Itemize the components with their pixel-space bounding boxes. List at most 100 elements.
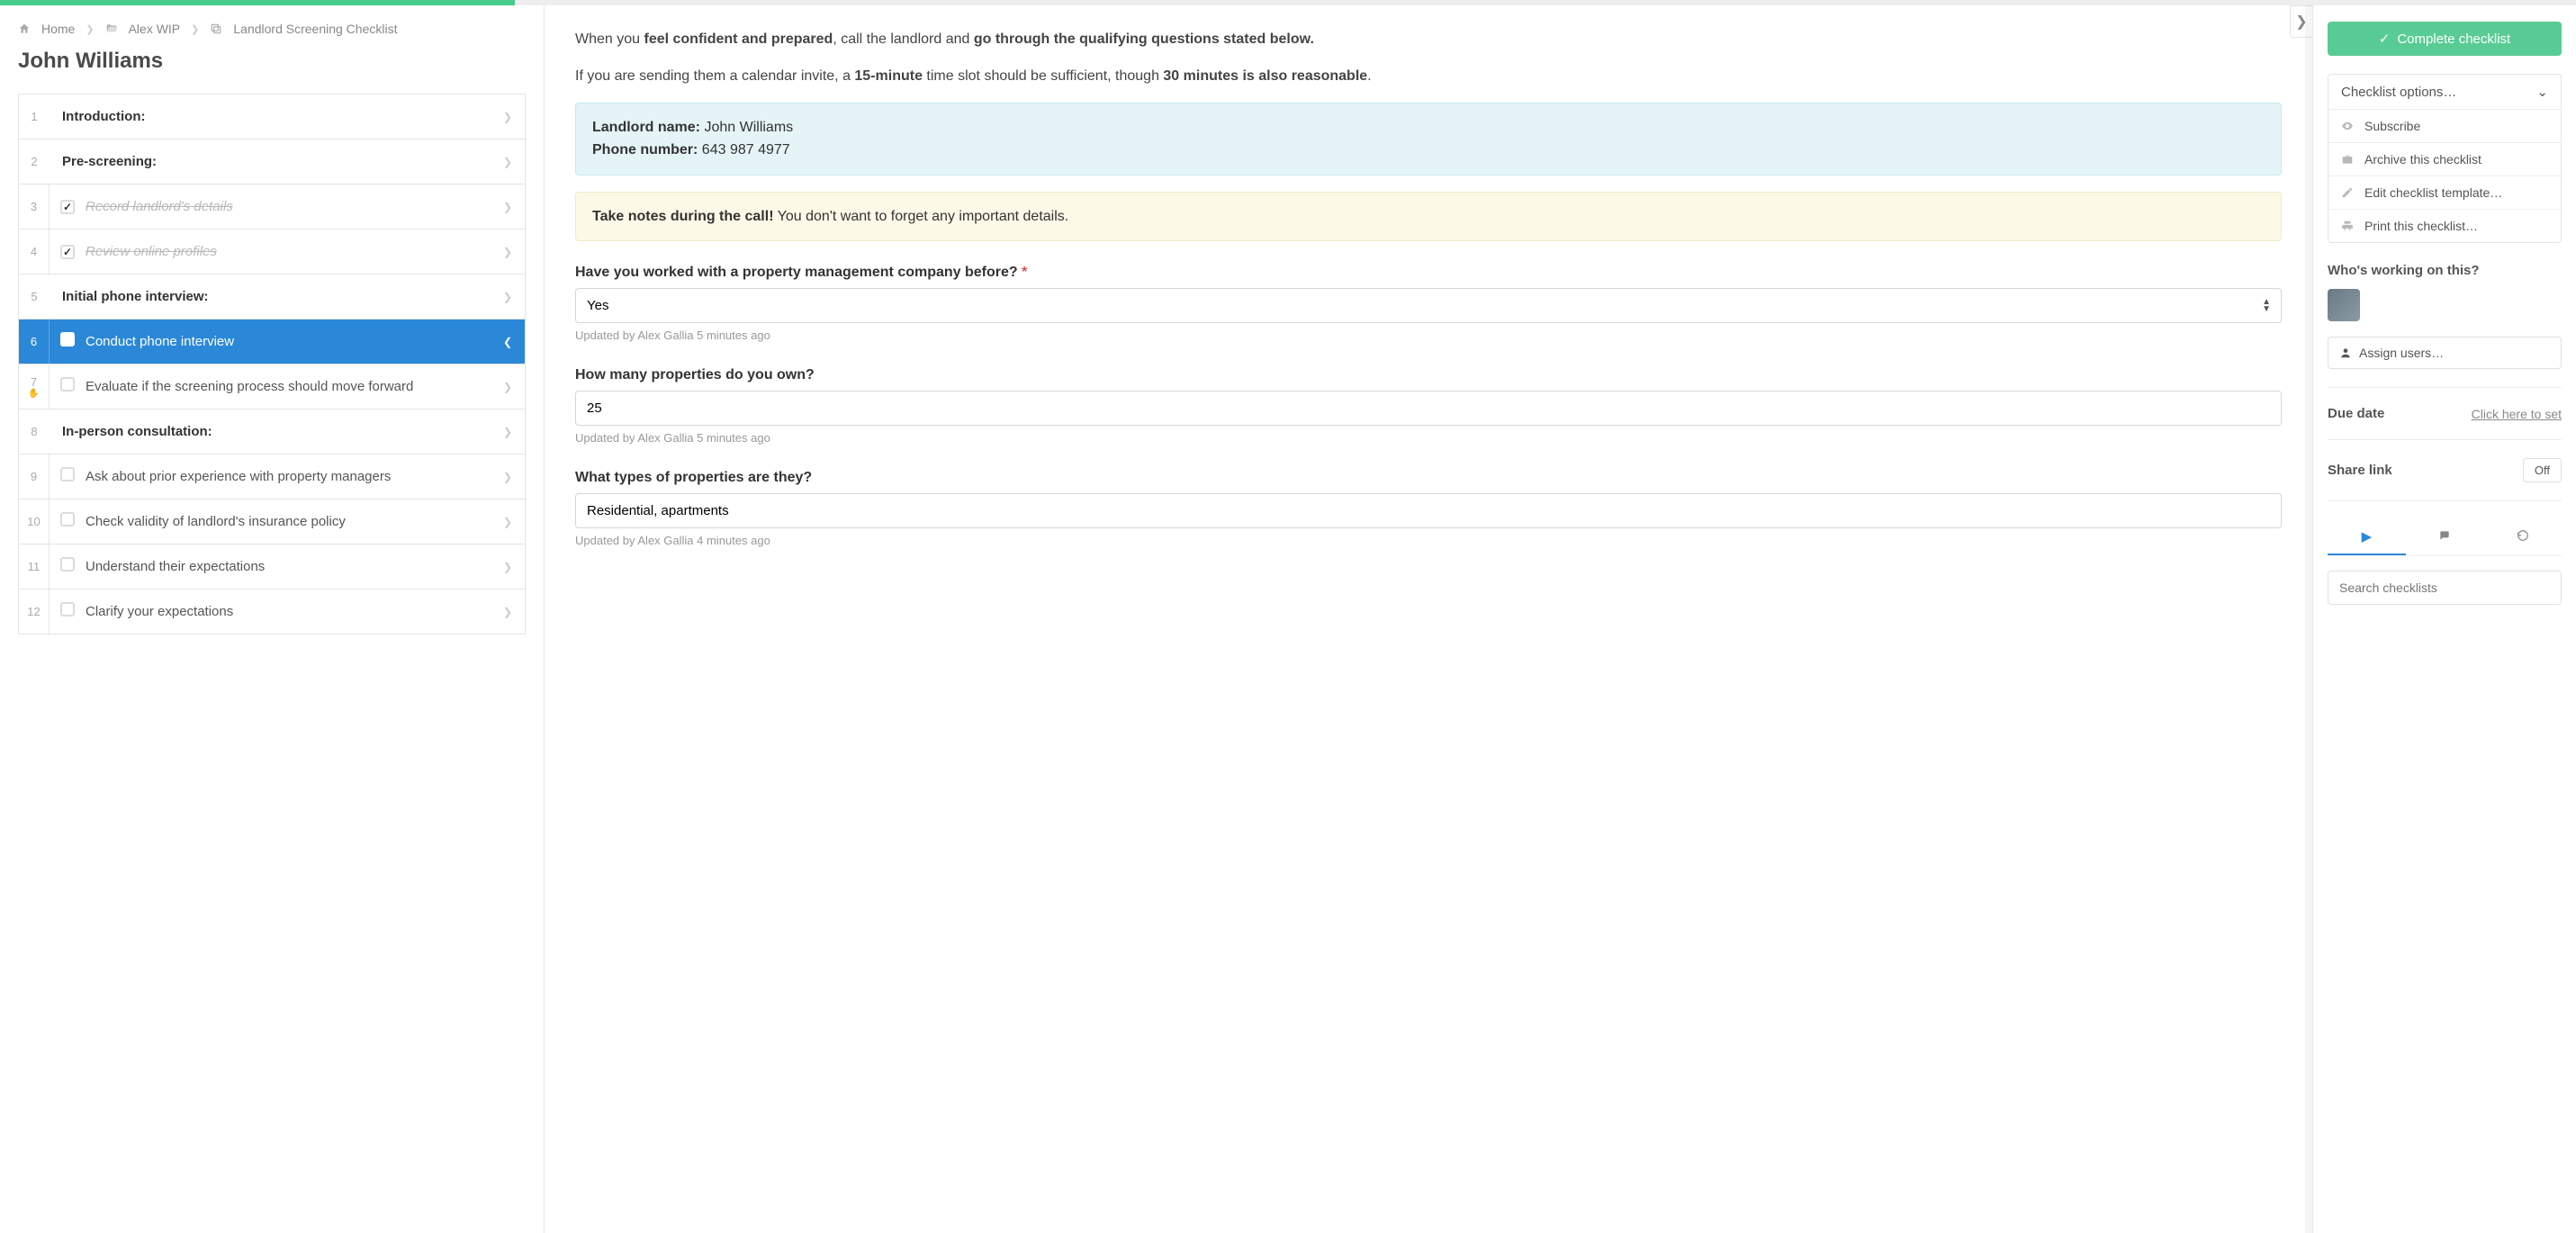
chevron-icon: ❯ bbox=[503, 201, 525, 213]
option-edit-checklist-template[interactable]: Edit checklist template… bbox=[2328, 176, 2561, 209]
phone-value: 643 987 4977 bbox=[702, 142, 790, 158]
task-row[interactable]: 9Ask about prior experience with propert… bbox=[18, 454, 526, 500]
task-row[interactable]: 3Record landlord's details❯ bbox=[18, 184, 526, 230]
task-list: 1Introduction:❯2Pre-screening:❯3Record l… bbox=[18, 94, 526, 634]
option-print-this-checklist[interactable]: Print this checklist… bbox=[2328, 209, 2561, 242]
tab-history[interactable] bbox=[2483, 519, 2562, 555]
breadcrumb-home[interactable]: Home bbox=[41, 22, 75, 36]
question-2-input[interactable] bbox=[575, 391, 2282, 426]
question-3-input[interactable] bbox=[575, 493, 2282, 528]
section-label: Initial phone interview: bbox=[50, 289, 503, 304]
user-icon bbox=[2339, 346, 2352, 360]
sidebar-tabs: ▶ bbox=[2328, 519, 2562, 556]
question-2-label: How many properties do you own? bbox=[575, 367, 2282, 383]
breadcrumb-template[interactable]: Landlord Screening Checklist bbox=[233, 22, 397, 36]
option-subscribe[interactable]: Subscribe bbox=[2328, 109, 2561, 142]
task-number: 2 bbox=[19, 155, 50, 168]
task-row[interactable]: 6Conduct phone interview❮ bbox=[18, 320, 526, 364]
chevron-icon: ❯ bbox=[503, 606, 525, 618]
text: time slot should be sufficient, though bbox=[923, 68, 1163, 84]
complete-checklist-button[interactable]: ✓ Complete checklist bbox=[2328, 22, 2562, 56]
right-column: ✓ Complete checklist Checklist options… … bbox=[2313, 5, 2576, 1233]
chevron-icon: ❯ bbox=[503, 516, 525, 528]
chevron-right-icon: ❯ bbox=[503, 426, 525, 438]
task-row[interactable]: 11Understand their expectations❯ bbox=[18, 544, 526, 590]
chevron-icon: ❯ bbox=[503, 561, 525, 573]
text-bold: feel confident and prepared bbox=[644, 32, 833, 47]
check-icon: ✓ bbox=[2379, 31, 2391, 47]
question-3-updated: Updated by Alex Gallia 4 minutes ago bbox=[575, 534, 2282, 547]
take-notes-box: Take notes during the call! You don't wa… bbox=[575, 192, 2282, 242]
task-label: Review online profiles bbox=[86, 244, 503, 259]
task-checkbox[interactable] bbox=[60, 602, 75, 621]
briefcase-icon bbox=[2341, 153, 2355, 166]
task-section-header[interactable]: 2Pre-screening:❯ bbox=[18, 140, 526, 184]
share-link-title: Share link bbox=[2328, 463, 2392, 478]
task-label: Ask about prior experience with property… bbox=[86, 469, 503, 484]
task-number: 4 bbox=[19, 230, 50, 274]
section-label: Pre-screening: bbox=[50, 154, 503, 169]
chevron-right-icon: ❯ bbox=[191, 23, 199, 35]
search-checklists-input[interactable] bbox=[2328, 571, 2562, 605]
avatar[interactable] bbox=[2328, 289, 2360, 321]
play-icon: ▶ bbox=[2362, 529, 2373, 544]
breadcrumb-folder[interactable]: Alex WIP bbox=[129, 22, 181, 36]
option-archive-this-checklist[interactable]: Archive this checklist bbox=[2328, 142, 2561, 176]
due-date-title: Due date bbox=[2328, 406, 2384, 421]
text: Have you worked with a property manageme… bbox=[575, 265, 1018, 280]
collapse-panel-button[interactable]: ❯ bbox=[2290, 5, 2313, 38]
option-label: Archive this checklist bbox=[2364, 152, 2481, 166]
stop-icon: ✋ bbox=[28, 389, 39, 399]
task-checkbox[interactable] bbox=[60, 557, 75, 576]
task-row[interactable]: 10 Check validity of landlord's insurance… bbox=[18, 500, 526, 544]
option-label: Print this checklist… bbox=[2364, 219, 2478, 233]
intro-paragraph: When you feel confident and prepared, ca… bbox=[575, 29, 2282, 51]
task-row[interactable]: 4Review online profiles❯ bbox=[18, 230, 526, 274]
task-section-header[interactable]: 8In-person consultation:❯ bbox=[18, 410, 526, 454]
task-row[interactable]: 12Clarify your expectations❯ bbox=[18, 590, 526, 634]
text-bold: go through the qualifying questions stat… bbox=[974, 32, 1314, 47]
note-text: You don't want to forget any important d… bbox=[774, 209, 1069, 224]
question-3-label: What types of properties are they? bbox=[575, 470, 2282, 486]
task-row[interactable]: 7✋Evaluate if the screening process shou… bbox=[18, 364, 526, 410]
checklist-options-toggle[interactable]: Checklist options… ⌄ bbox=[2328, 75, 2561, 109]
task-section-header[interactable]: 1Introduction:❯ bbox=[18, 94, 526, 140]
chevron-right-icon: ❯ bbox=[86, 23, 94, 35]
question-1-select[interactable]: Yes bbox=[575, 288, 2282, 323]
print-icon bbox=[2341, 220, 2355, 233]
text: If you are sending them a calendar invit… bbox=[575, 68, 854, 84]
text: , call the landlord and bbox=[833, 32, 974, 47]
task-number: 12 bbox=[19, 590, 50, 634]
task-checkbox[interactable] bbox=[60, 332, 75, 351]
button-label: Assign users… bbox=[2359, 346, 2444, 360]
task-number: 10 bbox=[19, 500, 50, 544]
tab-comments[interactable] bbox=[2406, 519, 2484, 555]
task-label: Check validity of landlord's insurance p… bbox=[86, 514, 503, 529]
required-asterisk: * bbox=[1022, 265, 1027, 280]
checklist-options-panel: Checklist options… ⌄ Subscribe Archive th… bbox=[2328, 74, 2562, 243]
pencil-icon bbox=[2341, 186, 2355, 200]
who-working-title: Who's working on this? bbox=[2328, 263, 2562, 278]
task-checkbox[interactable] bbox=[60, 512, 75, 531]
text: When you bbox=[575, 32, 644, 47]
folder-open-icon bbox=[105, 22, 118, 36]
chat-icon bbox=[2438, 528, 2451, 544]
chevron-right-icon: ❯ bbox=[503, 291, 525, 303]
set-due-date-link[interactable]: Click here to set bbox=[2472, 407, 2562, 421]
option-label: Edit checklist template… bbox=[2364, 185, 2502, 200]
task-checkbox[interactable] bbox=[60, 199, 75, 215]
task-checkbox[interactable] bbox=[60, 467, 75, 486]
task-checkbox[interactable] bbox=[60, 244, 75, 260]
tab-activity[interactable]: ▶ bbox=[2328, 519, 2406, 555]
task-section-header[interactable]: 5Initial phone interview:❯ bbox=[18, 274, 526, 320]
question-1-label: Have you worked with a property manageme… bbox=[575, 265, 2282, 281]
assign-users-button[interactable]: Assign users… bbox=[2328, 337, 2562, 369]
calendar-paragraph: If you are sending them a calendar invit… bbox=[575, 66, 2282, 88]
page-title: John Williams bbox=[18, 49, 526, 74]
text-bold: 30 minutes is also reasonable bbox=[1163, 68, 1367, 84]
note-bold: Take notes during the call! bbox=[592, 209, 774, 224]
share-link-toggle[interactable]: Off bbox=[2523, 458, 2562, 482]
task-checkbox[interactable] bbox=[60, 377, 75, 396]
landlord-name-label: Landlord name: bbox=[592, 120, 700, 135]
home-icon bbox=[18, 22, 31, 36]
